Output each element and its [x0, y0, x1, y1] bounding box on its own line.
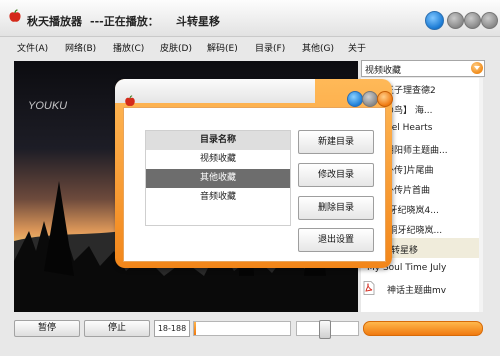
menu-other[interactable]: 其他(G)	[302, 41, 334, 54]
dialog-minimize-icon[interactable]	[362, 91, 378, 107]
new-directory-button[interactable]: 新建目录	[298, 130, 374, 154]
maximize-icon[interactable]	[464, 12, 481, 29]
time-readout: 18-188	[154, 320, 190, 337]
dialog-close-icon[interactable]	[377, 91, 393, 107]
menu-bar: 文件(A) 网络(B) 播放(C) 皮肤(D) 解码(E) 目录(F) 其他(G…	[0, 37, 500, 57]
stop-button[interactable]: 停止	[84, 320, 150, 337]
progress-fill	[194, 322, 196, 335]
directory-table-empty	[146, 207, 290, 225]
close-icon[interactable]	[481, 12, 498, 29]
pdf-file-icon	[363, 281, 375, 295]
app-title: 秋天播放器	[27, 15, 82, 28]
minimize-icon[interactable]	[447, 12, 464, 29]
dialog-body: 目录名称 视频收藏 其他收藏 音频收藏 新建目录 修改目录 删除目录 退出设置	[123, 107, 386, 262]
pause-button[interactable]: 暂停	[14, 320, 80, 337]
status-bar	[363, 321, 483, 336]
menu-play[interactable]: 播放(C)	[113, 41, 144, 54]
video-watermark: YOUKU	[28, 100, 68, 112]
playlist-dropdown-value: 视频收藏	[365, 66, 402, 76]
title-bar[interactable]: 秋天播放器 ---正在播放： 斗转星移	[0, 0, 500, 37]
dropdown-arrow-icon[interactable]	[471, 62, 483, 74]
menu-skin[interactable]: 皮肤(D)	[160, 41, 192, 54]
directory-row-selected[interactable]: 其他收藏	[146, 169, 290, 188]
player-window: 秋天播放器 ---正在播放： 斗转星移 文件(A) 网络(B) 播放(C) 皮肤…	[0, 0, 500, 356]
volume-thumb[interactable]	[319, 320, 331, 339]
directory-row[interactable]: 音频收藏	[146, 188, 290, 207]
dialog-skin-icon[interactable]	[347, 91, 363, 107]
playlist-dropdown[interactable]: 视频收藏	[361, 60, 485, 77]
dialog-title-bar[interactable]	[115, 79, 393, 109]
progress-slider[interactable]	[193, 321, 291, 336]
apple-icon	[9, 9, 21, 22]
directory-table-header: 目录名称	[146, 131, 290, 150]
directory-table: 目录名称 视频收藏 其他收藏 音频收藏	[145, 130, 291, 226]
edit-directory-button[interactable]: 修改目录	[298, 163, 374, 187]
volume-slider[interactable]	[296, 320, 359, 339]
playlist-scrollbar[interactable]	[479, 78, 483, 312]
menu-directory[interactable]: 目录(F)	[255, 41, 285, 54]
playlist-item[interactable]: 神话主题曲mv	[361, 278, 483, 298]
menu-decode[interactable]: 解码(E)	[207, 41, 238, 54]
menu-about[interactable]: 关于	[348, 41, 366, 54]
skin-icon[interactable]	[425, 11, 444, 30]
directory-settings-dialog: 目录名称 视频收藏 其他收藏 音频收藏 新建目录 修改目录 删除目录 退出设置	[115, 79, 393, 268]
exit-settings-button[interactable]: 退出设置	[298, 228, 374, 252]
apple-icon	[125, 95, 135, 106]
directory-row[interactable]: 视频收藏	[146, 150, 290, 169]
menu-network[interactable]: 网络(B)	[65, 41, 96, 54]
now-playing-prefix: ---正在播放：	[90, 15, 159, 28]
menu-file[interactable]: 文件(A)	[17, 41, 48, 54]
now-playing-title: 斗转星移	[176, 15, 220, 28]
controls-bar: 暂停 停止 18-188	[0, 316, 500, 356]
dialog-title-tab	[115, 79, 315, 103]
delete-directory-button[interactable]: 删除目录	[298, 196, 374, 220]
